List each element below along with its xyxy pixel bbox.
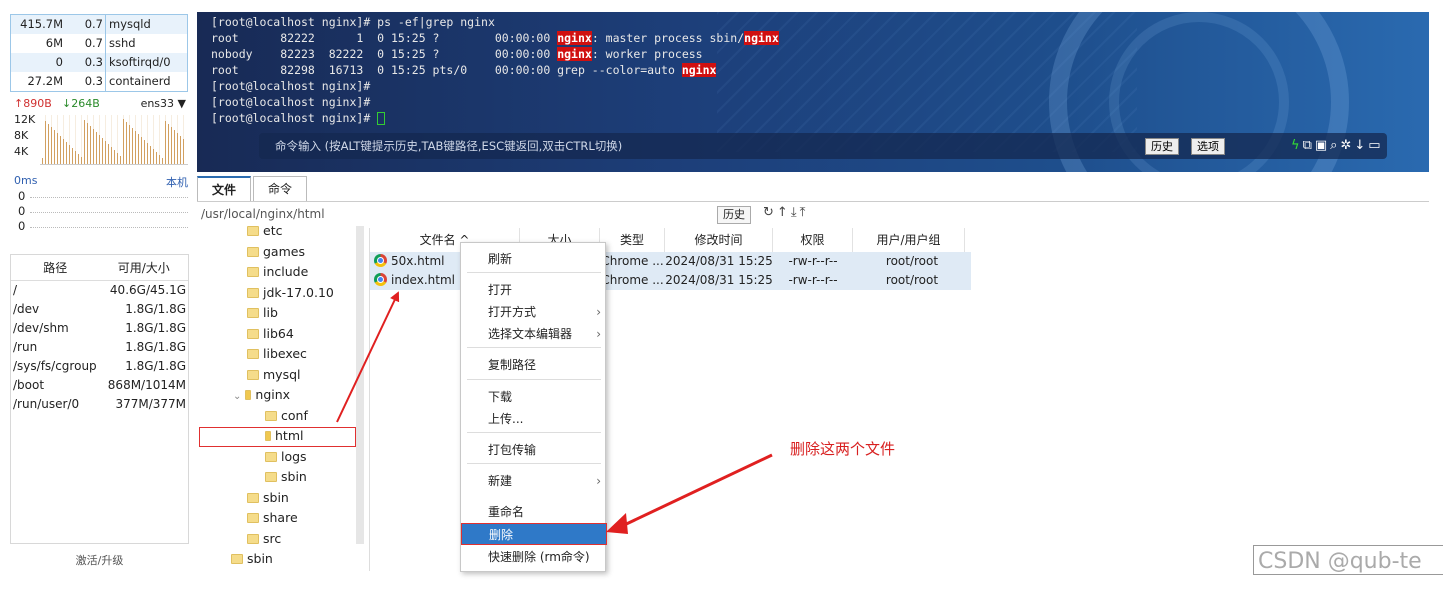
arrow-to-delete-head <box>606 513 628 534</box>
arrow-to-delete <box>619 453 773 529</box>
watermark: CSDN @qub-te <box>1258 549 1422 574</box>
annotation-arrows <box>336 291 773 534</box>
finalshell-window: 415.7M 0.7 mysqld 6M 0.7 sshd 0 0.3 ksoftirqd/0 2… <box>0 0 1446 589</box>
arrow-to-files <box>336 291 400 423</box>
